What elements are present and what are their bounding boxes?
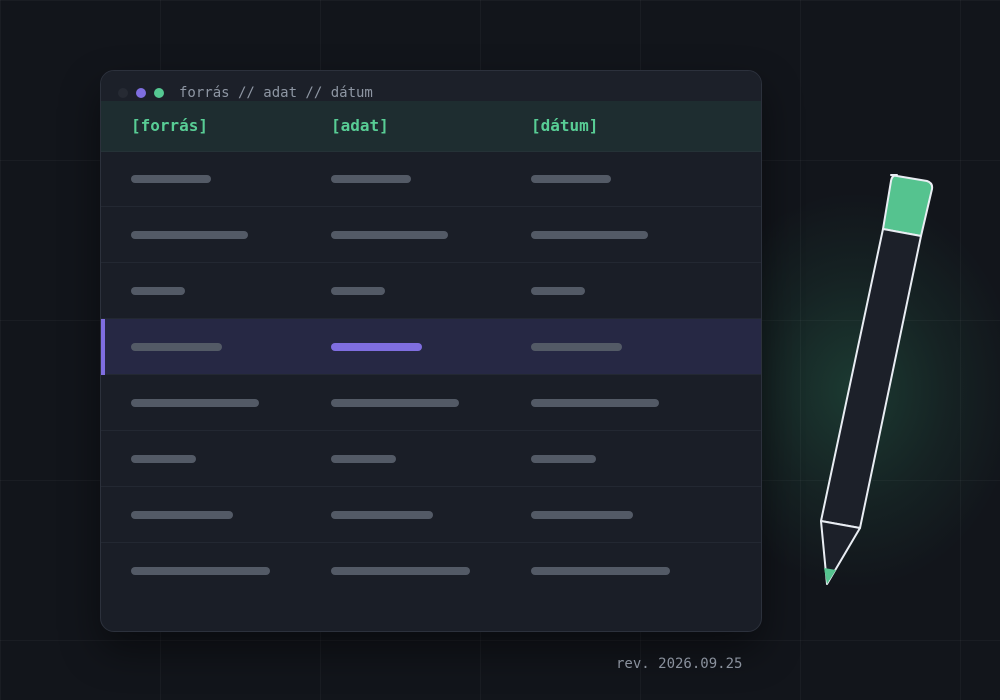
- table-header-row: [forrás] [adat] [dátum]: [101, 101, 761, 152]
- cell-placeholder: [331, 511, 433, 519]
- cell-placeholder: [531, 287, 585, 295]
- cell-placeholder: [531, 343, 622, 351]
- cell-placeholder: [531, 231, 648, 239]
- cell-placeholder: [131, 231, 248, 239]
- column-header-forras[interactable]: [forrás]: [131, 117, 208, 135]
- pencil-body: [820, 228, 922, 529]
- cell-placeholder: [331, 231, 448, 239]
- table-row[interactable]: [101, 375, 761, 431]
- cell-placeholder: [331, 567, 470, 575]
- cell-placeholder-highlighted: [331, 343, 422, 351]
- table-row[interactable]: [101, 263, 761, 319]
- cell-placeholder: [131, 567, 270, 575]
- cell-placeholder: [131, 287, 185, 295]
- revision-label: rev. 2026.09.25: [616, 656, 743, 672]
- cell-placeholder: [331, 399, 459, 407]
- cell-placeholder: [531, 567, 670, 575]
- table-row[interactable]: [101, 543, 761, 599]
- cell-placeholder: [131, 399, 259, 407]
- cell-placeholder: [331, 175, 411, 183]
- cell-placeholder: [531, 455, 596, 463]
- table-row-selected[interactable]: [101, 319, 761, 375]
- window-titlebar: forrás // adat // dátum: [101, 71, 761, 101]
- cell-placeholder: [531, 175, 611, 183]
- cell-placeholder: [331, 455, 396, 463]
- cell-placeholder: [131, 455, 196, 463]
- window-dot-icon[interactable]: [154, 88, 164, 98]
- cell-placeholder: [131, 511, 233, 519]
- cell-placeholder: [131, 343, 222, 351]
- table-row[interactable]: [101, 151, 761, 207]
- column-header-datum[interactable]: [dátum]: [531, 117, 598, 135]
- column-header-adat[interactable]: [adat]: [331, 117, 389, 135]
- cell-placeholder: [331, 287, 385, 295]
- window-dot-icon[interactable]: [136, 88, 146, 98]
- window-title: forrás // adat // dátum: [179, 85, 373, 101]
- pencil-icon: [820, 174, 934, 585]
- window-dot-icon[interactable]: [118, 88, 128, 98]
- table-row[interactable]: [101, 431, 761, 487]
- table-row[interactable]: [101, 207, 761, 263]
- pencil-eraser: [882, 174, 934, 237]
- cell-placeholder: [531, 399, 659, 407]
- table-row[interactable]: [101, 487, 761, 543]
- cell-placeholder: [131, 175, 211, 183]
- cell-placeholder: [531, 511, 633, 519]
- selection-marker: [101, 319, 105, 375]
- table-window: forrás // adat // dátum [forrás] [adat] …: [100, 70, 762, 632]
